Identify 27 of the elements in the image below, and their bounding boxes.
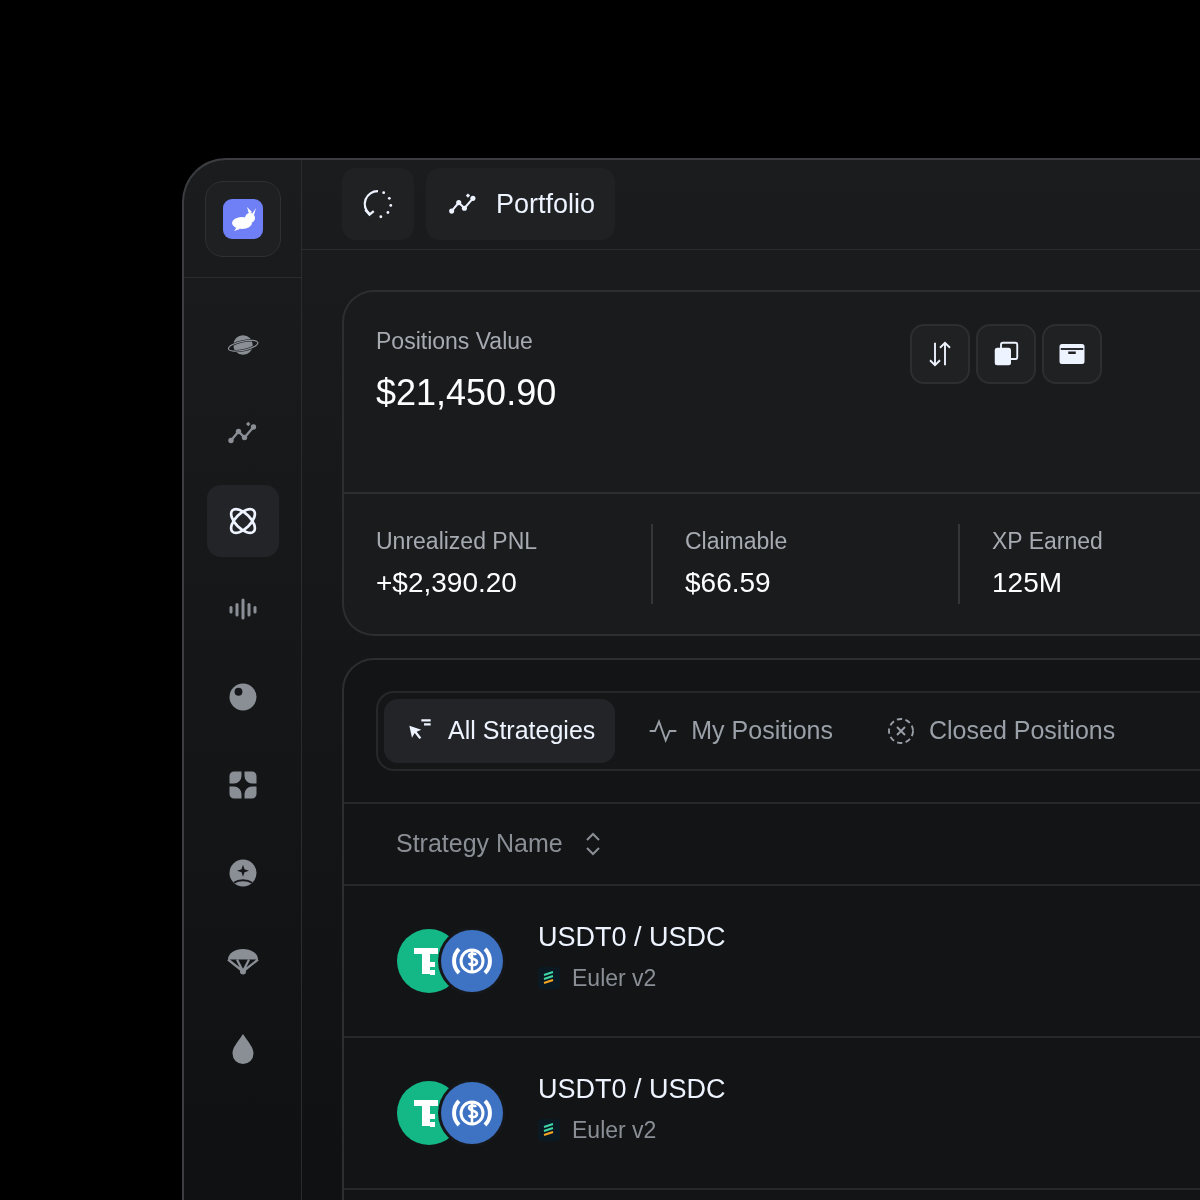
rabbit-logo-icon [222, 198, 263, 239]
protocol-name: Euler v2 [572, 1116, 657, 1145]
strategy-tab[interactable]: Closed Positions [865, 699, 1136, 763]
dashed-circle-x-icon [885, 715, 917, 747]
stat-label: XP Earned [992, 526, 1104, 556]
strategy-tab[interactable]: My Positions [627, 699, 853, 763]
stat-value: $66.59 [685, 566, 772, 600]
positions-value-amount: $21,450.90 [376, 371, 557, 415]
strategy-pair-name: USDT0 / USDC [538, 1072, 726, 1106]
stat-value: 125M [992, 566, 1064, 600]
sidebar-nav-button[interactable] [206, 485, 279, 557]
protocol-name: Euler v2 [572, 964, 657, 993]
copy-button[interactable] [976, 323, 1036, 384]
strategy-pair-name: USDT0 / USDC [538, 920, 726, 954]
column-header[interactable]: Strategy Name [396, 825, 603, 863]
stat-label: Claimable [685, 526, 789, 556]
strategy-tab[interactable]: All Strategies [384, 699, 616, 763]
positions-value-label: Positions Value [376, 326, 534, 356]
portfolio-tab[interactable]: Portfolio [426, 168, 616, 241]
stat-label: Unrealized PNL [376, 526, 539, 556]
history-button[interactable] [342, 168, 414, 241]
protocol-logo-icon [538, 1119, 560, 1142]
sort-button[interactable] [910, 323, 970, 384]
stat-value: +$2,390.20 [376, 566, 518, 600]
logo-tile[interactable] [204, 180, 281, 257]
protocol-logo-icon [538, 967, 560, 990]
wallet-button[interactable] [1042, 323, 1102, 384]
